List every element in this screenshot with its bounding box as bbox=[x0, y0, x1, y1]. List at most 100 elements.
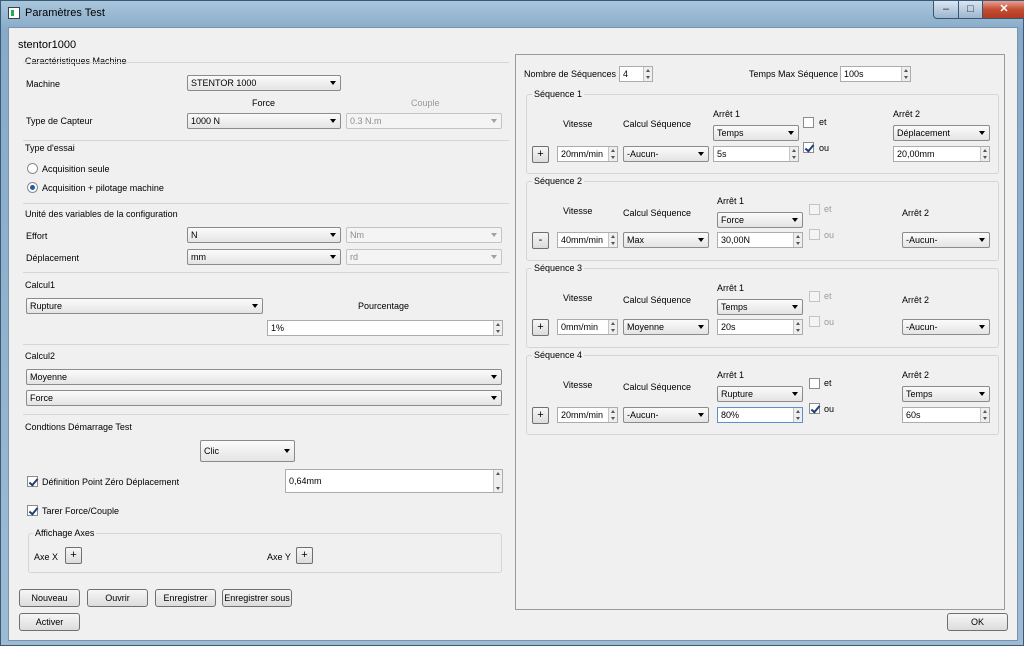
spin-arrows-icon[interactable] bbox=[789, 147, 798, 161]
deplacement-combo[interactable]: mm bbox=[187, 249, 341, 265]
client-area: stentor1000 Caractéristiques Machine Mac… bbox=[8, 27, 1018, 641]
sequence-1-et-label: et bbox=[819, 117, 827, 127]
sequence-1-arret1-value: 5s bbox=[717, 149, 727, 159]
spin-arrows-icon[interactable] bbox=[608, 320, 617, 334]
sequence-2-calcul-header: Calcul Séquence bbox=[623, 208, 692, 218]
sequence-3-arret1-value-spinbox[interactable]: 20s bbox=[717, 319, 803, 335]
ok-button[interactable]: OK bbox=[947, 613, 1008, 631]
chevron-down-icon bbox=[698, 325, 704, 329]
tarer-checkbox[interactable] bbox=[27, 505, 38, 516]
chevron-down-icon bbox=[330, 81, 336, 85]
demarrage-mode-combo[interactable]: Clic bbox=[200, 440, 295, 462]
spin-arrows-icon[interactable] bbox=[608, 408, 617, 422]
enregistrer-button[interactable]: Enregistrer bbox=[155, 589, 216, 607]
temps-max-spinbox[interactable]: 100s bbox=[840, 66, 911, 82]
sequence-3-ou-checkbox bbox=[809, 316, 820, 327]
effort-combo[interactable]: N bbox=[187, 227, 341, 243]
sequence-1-arret1-value-spinbox[interactable]: 5s bbox=[713, 146, 799, 162]
axe-x-label: Axe X bbox=[34, 552, 59, 562]
spin-arrows-icon[interactable] bbox=[608, 147, 617, 161]
sequence-4-et-checkbox[interactable] bbox=[809, 378, 820, 389]
minimize-button[interactable]: – bbox=[933, 1, 959, 19]
effort-couple-value: Nm bbox=[350, 230, 364, 240]
calcul1-combo[interactable]: Rupture bbox=[26, 298, 263, 314]
sequence-4-calcul: -Aucun- bbox=[627, 410, 659, 420]
axe-y-add-button[interactable]: + bbox=[296, 547, 313, 564]
sequence-4-add-button[interactable]: + bbox=[532, 407, 549, 424]
chevron-down-icon bbox=[698, 238, 704, 242]
sequence-4-arret1-type-combo[interactable]: Rupture bbox=[717, 386, 803, 402]
calcul1-combo-value: Rupture bbox=[30, 301, 63, 311]
spin-arrows-icon[interactable] bbox=[980, 408, 989, 422]
spin-arrows-icon[interactable] bbox=[793, 320, 802, 334]
sequence-1-calcul-combo[interactable]: -Aucun- bbox=[623, 146, 709, 162]
sequence-4-ou-checkbox[interactable] bbox=[809, 403, 820, 414]
app-icon bbox=[8, 7, 20, 19]
sequence-1-add-button[interactable]: + bbox=[532, 146, 549, 163]
couple-header: Couple bbox=[411, 98, 440, 108]
sequence-4-arret1-value-spinbox[interactable]: 80% bbox=[717, 407, 803, 423]
sequence-4-arret2-type-combo[interactable]: Temps bbox=[902, 386, 990, 402]
sequence-3-calcul-combo[interactable]: Moyenne bbox=[623, 319, 709, 335]
sequence-3-title: Séquence 3 bbox=[532, 263, 585, 273]
sequence-3-arret1-value: 20s bbox=[721, 322, 736, 332]
sequence-4-et-label: et bbox=[824, 378, 832, 388]
sequence-1-calcul: -Aucun- bbox=[627, 149, 659, 159]
sequence-3-vitesse-spinbox[interactable]: 0mm/min bbox=[557, 319, 618, 335]
spin-arrows-icon[interactable] bbox=[643, 67, 652, 81]
sequence-1-vitesse-spinbox[interactable]: 20mm/min bbox=[557, 146, 618, 162]
nombre-sequences-spinbox[interactable]: 4 bbox=[619, 66, 653, 82]
sequence-3-arret2-type-combo[interactable]: -Aucun- bbox=[902, 319, 990, 335]
force-capteur-combo[interactable]: 1000 N bbox=[187, 113, 341, 129]
spin-arrows-icon[interactable] bbox=[493, 321, 502, 335]
def-point-zero-spinbox[interactable]: 0,64mm bbox=[285, 469, 503, 493]
nouveau-button[interactable]: Nouveau bbox=[19, 589, 80, 607]
machine-combo[interactable]: STENTOR 1000 bbox=[187, 75, 341, 91]
sequence-4-vitesse: 20mm/min bbox=[561, 410, 604, 420]
sequence-1-arret2-value: 20,00mm bbox=[897, 149, 935, 159]
close-button[interactable]: ✕ bbox=[982, 1, 1024, 19]
sequence-4-calcul-combo[interactable]: -Aucun- bbox=[623, 407, 709, 423]
sequence-2-arret1-value-spinbox[interactable]: 30,00N bbox=[717, 232, 803, 248]
chevron-down-icon bbox=[792, 305, 798, 309]
sequence-1-et-checkbox[interactable] bbox=[803, 117, 814, 128]
spin-arrows-icon[interactable] bbox=[608, 233, 617, 247]
pourcentage-spinbox[interactable]: 1% bbox=[267, 320, 503, 336]
chevron-down-icon bbox=[792, 392, 798, 396]
spin-arrows-icon[interactable] bbox=[493, 470, 502, 492]
def-point-zero-checkbox[interactable] bbox=[27, 476, 38, 487]
maximize-button[interactable]: □ bbox=[958, 1, 983, 19]
sequence-2-arret1-type-combo[interactable]: Force bbox=[717, 212, 803, 228]
sequence-4-arret2-value: 60s bbox=[906, 410, 921, 420]
radio-acquisition-pilotage[interactable] bbox=[27, 182, 38, 193]
calcul2-value-2: Force bbox=[30, 393, 54, 403]
machine-combo-value: STENTOR 1000 bbox=[191, 78, 257, 88]
calcul2-combo-1[interactable]: Moyenne bbox=[26, 369, 502, 385]
sequence-3-add-button[interactable]: + bbox=[532, 319, 549, 336]
spin-arrows-icon[interactable] bbox=[901, 67, 910, 81]
sequence-1-arret2-value-spinbox[interactable]: 20,00mm bbox=[893, 146, 990, 162]
sequence-1-ou-checkbox[interactable] bbox=[803, 142, 814, 153]
calcul2-combo-2[interactable]: Force bbox=[26, 390, 502, 406]
sequence-2-vitesse-spinbox[interactable]: 40mm/min bbox=[557, 232, 618, 248]
radio-acquisition-seule[interactable] bbox=[27, 163, 38, 174]
axe-x-add-button[interactable]: + bbox=[65, 547, 82, 564]
temps-max-value: 100s bbox=[844, 69, 864, 79]
spin-arrows-icon[interactable] bbox=[980, 147, 989, 161]
enregistrer-sous-button[interactable]: Enregistrer sous bbox=[222, 589, 292, 607]
sequence-4-arret2-value-spinbox[interactable]: 60s bbox=[902, 407, 990, 423]
activer-button[interactable]: Activer bbox=[19, 613, 80, 631]
sequence-1-arret2-type-combo[interactable]: Déplacement bbox=[893, 125, 990, 141]
sequence-3-arret1-type-combo[interactable]: Temps bbox=[717, 299, 803, 315]
sequence-1-arret1-type-combo[interactable]: Temps bbox=[713, 125, 799, 141]
spin-arrows-icon[interactable] bbox=[793, 233, 802, 247]
sequence-3-et-checkbox bbox=[809, 291, 820, 302]
spin-arrows-icon[interactable] bbox=[793, 408, 802, 422]
deplacement-couple-combo: rd bbox=[346, 249, 502, 265]
ouvrir-button[interactable]: Ouvrir bbox=[87, 589, 148, 607]
sequence-2-arret2-type-combo[interactable]: -Aucun- bbox=[902, 232, 990, 248]
sequence-4-vitesse-spinbox[interactable]: 20mm/min bbox=[557, 407, 618, 423]
deplacement-couple-value: rd bbox=[350, 252, 359, 262]
sequence-2-calcul-combo[interactable]: Max bbox=[623, 232, 709, 248]
sequence-2-remove-button[interactable]: - bbox=[532, 232, 549, 249]
